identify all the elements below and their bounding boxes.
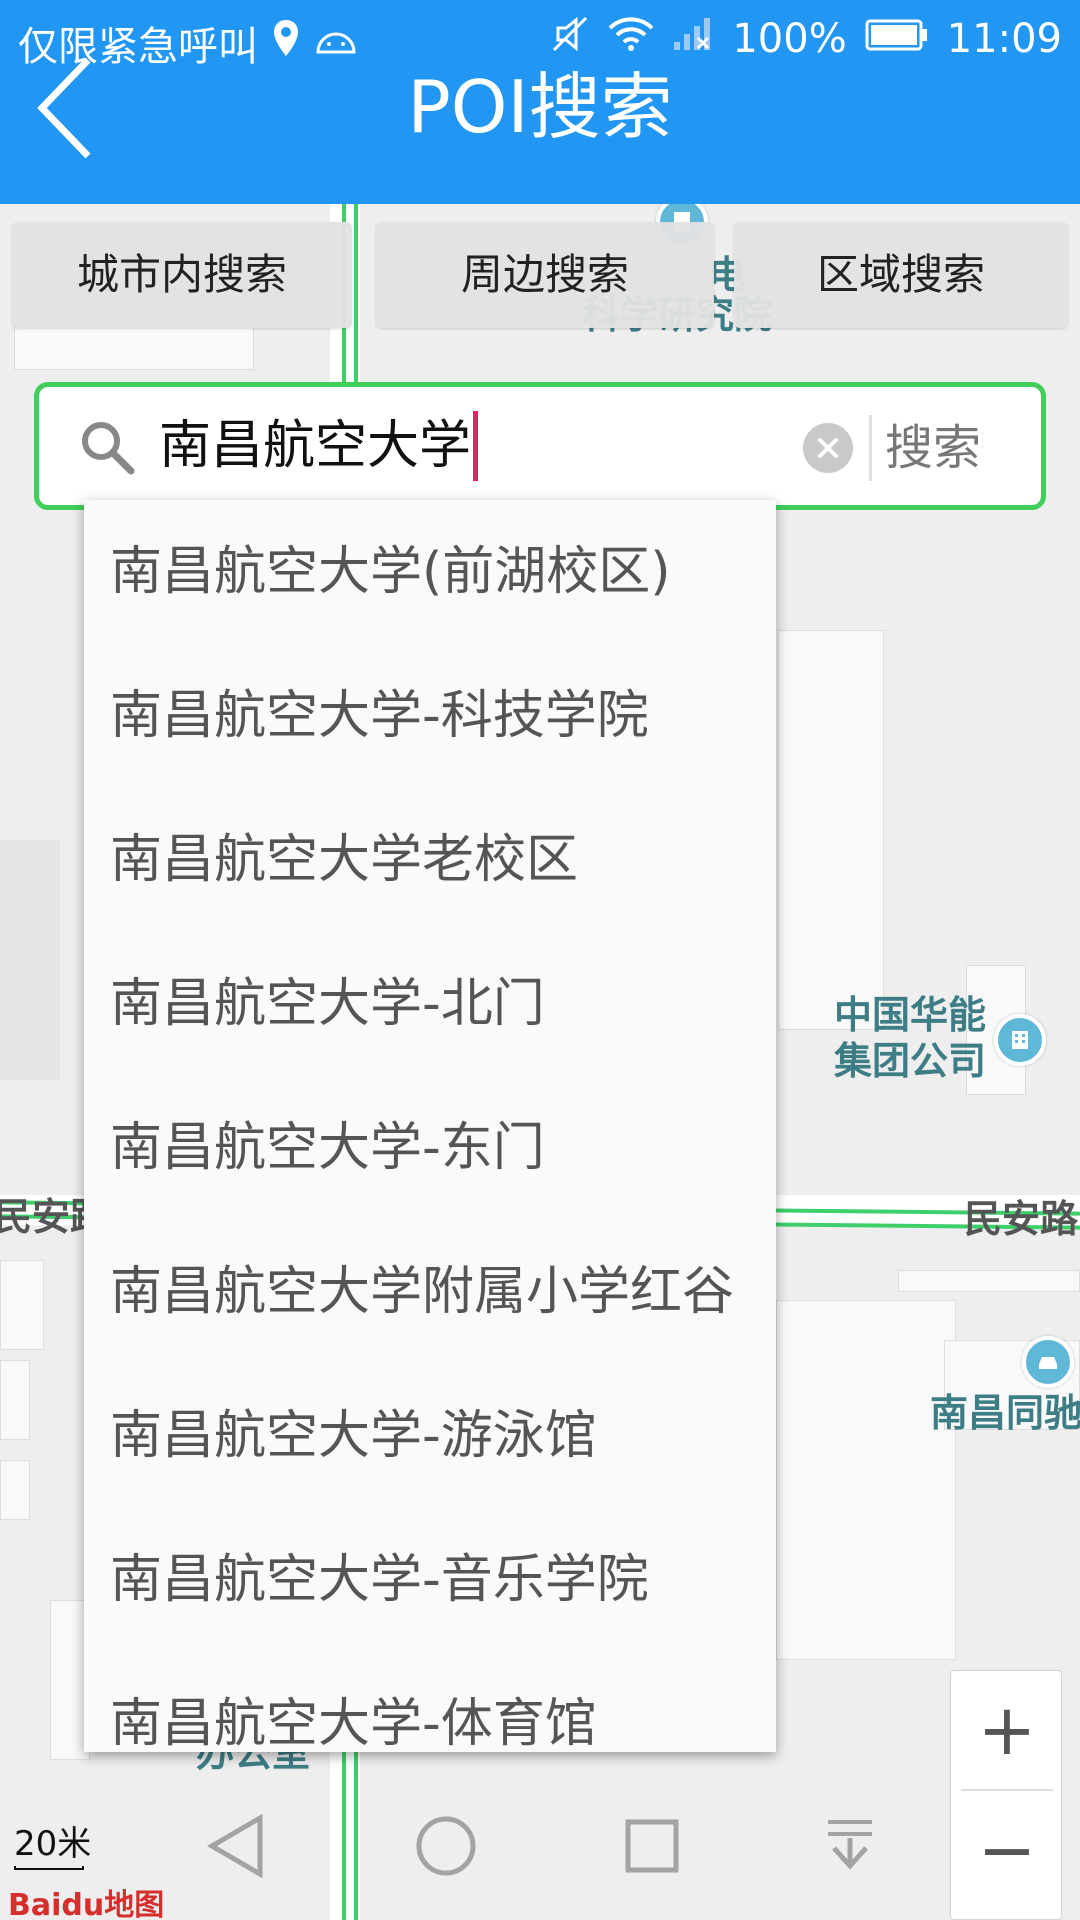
suggestion-item[interactable]: 南昌航空大学-东门 — [84, 1076, 776, 1220]
recents-nav-icon[interactable] — [622, 1814, 682, 1882]
suggestion-item[interactable]: 南昌航空大学(前湖校区) — [84, 500, 776, 644]
back-nav-icon[interactable] — [206, 1813, 266, 1882]
android-icon — [314, 20, 358, 66]
signal-icon — [672, 16, 714, 62]
search-query: 南昌航空大学 — [159, 416, 472, 476]
search-input[interactable]: 南昌航空大学 — [159, 411, 479, 481]
wifi-icon — [608, 16, 654, 62]
suggestion-item[interactable]: 南昌航空大学-科技学院 — [84, 644, 776, 788]
home-nav-icon[interactable] — [414, 1814, 478, 1882]
car-poi-icon[interactable] — [1022, 1336, 1074, 1388]
suggestion-item[interactable]: 南昌航空大学老校区 — [84, 788, 776, 932]
search-divider — [869, 415, 872, 481]
map-scale-label: 20米 — [14, 1824, 92, 1864]
suggestion-item[interactable]: 南昌航空大学-音乐学院 — [84, 1508, 776, 1652]
clear-button[interactable] — [803, 423, 853, 473]
location-icon — [272, 18, 300, 68]
notification-pull-icon[interactable] — [820, 1814, 880, 1882]
baidu-map-logo: Baidu地图 — [8, 1888, 165, 1920]
suggestion-item[interactable]: 南昌航空大学-游泳馆 — [84, 1364, 776, 1508]
suggestion-item[interactable]: 南昌航空大学-体育馆 — [84, 1652, 776, 1752]
map-building — [776, 1300, 956, 1660]
map-label-huaneng-line2: 集团公司 — [834, 1039, 987, 1083]
zoom-in-button[interactable]: + — [951, 1671, 1063, 1789]
map-building — [0, 1260, 44, 1350]
battery-icon — [865, 16, 929, 62]
map-scale-bar — [14, 1866, 84, 1870]
map-building — [0, 1360, 30, 1440]
map-building — [778, 630, 884, 1030]
clock-text: 11:09 — [946, 16, 1062, 62]
map-label-huaneng-line1: 中国华能 — [834, 993, 987, 1037]
search-icon — [79, 419, 135, 479]
map-label-tongchi: 南昌同驰 — [930, 1391, 1080, 1435]
battery-text: 100% — [732, 16, 847, 62]
city-search-button[interactable]: 城市内搜索 — [12, 222, 352, 328]
mute-icon — [550, 14, 590, 64]
page-title: POI搜索 — [407, 65, 673, 149]
map-label-road-right: 民安路 — [964, 1197, 1079, 1241]
map-area — [0, 840, 60, 1080]
suggestion-list: 南昌航空大学(前湖校区) 南昌航空大学-科技学院 南昌航空大学老校区 南昌航空大… — [84, 500, 776, 1752]
company-poi-icon[interactable] — [994, 1014, 1046, 1066]
search-box[interactable]: 南昌航空大学 搜索 — [34, 382, 1046, 510]
zoom-controls: + − — [950, 1670, 1062, 1920]
suggestion-item[interactable]: 南昌航空大学附属小学红谷 — [84, 1220, 776, 1364]
map-building — [898, 1270, 1080, 1292]
search-button[interactable]: 搜索 — [885, 413, 981, 483]
app-header: 仅限紧急呼叫 100% 11:09 POI搜索 — [0, 0, 1080, 204]
text-caret — [473, 411, 479, 481]
map-building — [0, 1460, 30, 1520]
navigation-bar — [120, 1800, 920, 1900]
area-search-button[interactable]: 区域搜索 — [734, 222, 1068, 328]
suggestion-item[interactable]: 南昌航空大学-北门 — [84, 932, 776, 1076]
nearby-search-button[interactable]: 周边搜索 — [376, 222, 714, 328]
zoom-out-button[interactable]: − — [951, 1791, 1063, 1909]
close-icon — [818, 438, 838, 458]
